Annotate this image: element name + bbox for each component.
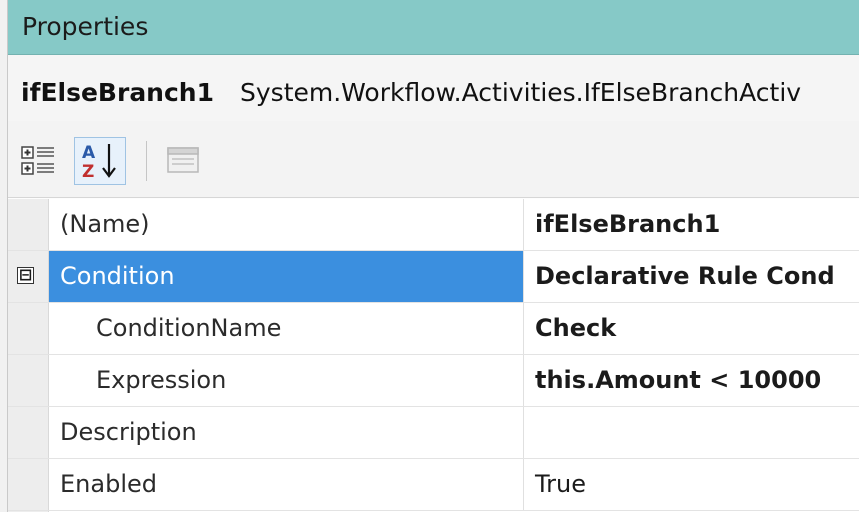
object-name: ifElseBranch1 — [21, 78, 214, 107]
svg-text:A: A — [82, 143, 96, 163]
column-divider — [523, 251, 524, 302]
property-row-enabled[interactable]: Enabled True — [8, 459, 859, 511]
alphabetical-sort-icon: A Z — [82, 143, 116, 182]
property-row-expression[interactable]: Expression this.Amount < 10000 — [8, 355, 859, 407]
property-name: Condition — [60, 262, 175, 290]
property-row-description[interactable]: Description — [8, 407, 859, 459]
categorized-icon — [21, 146, 54, 175]
property-grid: (Name) ifElseBranch1 ⊟ Condition Declara… — [8, 199, 859, 512]
property-value[interactable]: True — [535, 459, 586, 510]
svg-text:Z: Z — [82, 162, 94, 182]
left-window-edge — [0, 0, 8, 512]
property-row-name[interactable]: (Name) ifElseBranch1 — [8, 199, 859, 251]
column-divider — [523, 459, 524, 510]
column-divider — [523, 407, 524, 458]
property-name: Description — [60, 418, 197, 446]
property-row-condition[interactable]: ⊟ Condition Declarative Rule Cond — [8, 251, 859, 303]
property-value[interactable]: this.Amount < 10000 — [535, 355, 821, 406]
toolbar-separator — [146, 141, 147, 181]
property-value[interactable]: Declarative Rule Cond — [535, 251, 835, 302]
property-value[interactable]: Check — [535, 303, 616, 354]
column-divider — [523, 303, 524, 354]
panel-title: Properties — [22, 12, 149, 41]
categorized-button[interactable] — [18, 139, 64, 183]
object-selector[interactable]: ifElseBranch1 System.Workflow.Activities… — [8, 55, 859, 121]
collapse-icon[interactable]: ⊟ — [17, 267, 34, 284]
property-name: Enabled — [60, 470, 157, 498]
property-pages-icon — [167, 147, 199, 173]
object-type: System.Workflow.Activities.IfElseBranchA… — [240, 78, 802, 107]
properties-title-bar[interactable]: Properties — [8, 0, 859, 55]
property-name: ConditionName — [96, 314, 282, 342]
alphabetical-button[interactable]: A Z — [74, 137, 126, 185]
property-name: Expression — [96, 366, 227, 394]
property-value[interactable]: ifElseBranch1 — [535, 199, 720, 250]
column-divider — [523, 199, 524, 250]
property-pages-button[interactable] — [160, 139, 206, 183]
properties-toolbar: A Z — [8, 121, 859, 198]
column-divider — [523, 355, 524, 406]
property-row-conditionname[interactable]: ConditionName Check — [8, 303, 859, 355]
property-name: (Name) — [60, 210, 150, 238]
